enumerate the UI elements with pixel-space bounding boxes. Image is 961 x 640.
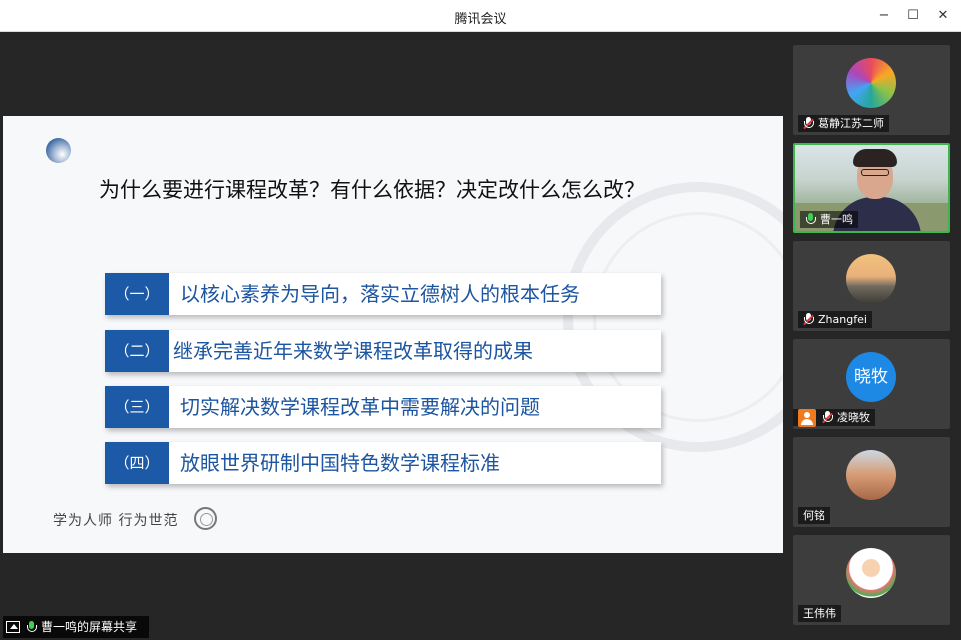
avatar xyxy=(846,548,896,598)
participant-name-bar: 何铭 xyxy=(798,507,830,524)
slide-bullet-orb xyxy=(46,138,71,163)
participant-name-bar: 凌晓牧 xyxy=(793,408,875,427)
shared-screen: 为什么要进行课程改革？有什么依据？决定改什么怎么改？ （一） 以核心素养为导向，… xyxy=(3,32,783,639)
slide-item-text: 以核心素养为导向，落实立德树人的根本任务 xyxy=(180,282,580,306)
slide-item-number: （四） xyxy=(105,442,169,484)
screen-share-icon xyxy=(6,621,20,633)
participant-name: 王伟伟 xyxy=(803,607,836,620)
screen-share-label: 曹一鸣的屏幕共享 xyxy=(41,620,138,634)
participant-tile[interactable]: 王伟伟 xyxy=(793,535,950,625)
slide-item-number: （二） xyxy=(105,330,169,372)
slide-item-4: （四） 放眼世界研制中国特色数学课程标准 xyxy=(105,442,661,484)
university-seal-icon xyxy=(194,507,217,530)
mic-muted-icon xyxy=(822,411,833,424)
mic-muted-icon xyxy=(803,313,814,326)
meeting-window: 腾讯会议 − ☐ ✕ 为什么要进行课程改革？有什么依据？决定改什么怎么改？ （一… xyxy=(0,0,961,640)
participant-name-bar: 王伟伟 xyxy=(798,605,841,622)
participant-tile[interactable]: Zhangfei xyxy=(793,241,950,331)
mic-muted-icon xyxy=(803,117,814,130)
avatar xyxy=(846,58,896,108)
slide-item-2: （二） 继承完善近年来数学课程改革取得的成果 xyxy=(105,330,661,372)
screen-share-indicator[interactable]: 曹一鸣的屏幕共享 xyxy=(3,616,149,638)
participant-name: 何铭 xyxy=(803,509,825,522)
avatar xyxy=(846,450,896,500)
slide-item-text: 继承完善近年来数学课程改革取得的成果 xyxy=(173,339,533,363)
maximize-button[interactable]: ☐ xyxy=(903,6,923,26)
slide-item-text: 放眼世界研制中国特色数学课程标准 xyxy=(180,451,500,475)
window-title: 腾讯会议 xyxy=(454,12,507,27)
participant-name-bar: Zhangfei xyxy=(798,311,872,328)
participant-tile-active-speaker[interactable]: 曹一鸣 xyxy=(793,143,950,233)
mic-on-icon xyxy=(26,620,37,634)
user-icon xyxy=(798,408,816,427)
slide-item-number: （三） xyxy=(105,386,169,428)
participant-tile[interactable]: 晓牧 凌晓牧 xyxy=(793,339,950,429)
avatar xyxy=(846,254,896,304)
participant-name-bar: 曹一鸣 xyxy=(800,211,858,228)
participant-tile[interactable]: 葛静江苏二师 xyxy=(793,45,950,135)
title-bar: 腾讯会议 − ☐ ✕ xyxy=(0,0,961,32)
minimize-button[interactable]: − xyxy=(874,6,894,26)
mic-on-icon xyxy=(805,213,816,226)
participant-name: 葛静江苏二师 xyxy=(818,117,884,130)
slide-item-number: （一） xyxy=(105,273,169,315)
participant-name: 凌晓牧 xyxy=(837,411,870,424)
participant-name: 曹一鸣 xyxy=(820,213,853,226)
slide-item-text: 切实解决数学课程改革中需要解决的问题 xyxy=(180,395,540,419)
participant-name: Zhangfei xyxy=(818,313,867,326)
avatar-initials: 晓牧 xyxy=(846,352,896,402)
participant-tile[interactable]: 何铭 xyxy=(793,437,950,527)
presentation-slide: 为什么要进行课程改革？有什么依据？决定改什么怎么改？ （一） 以核心素养为导向，… xyxy=(3,116,783,553)
close-button[interactable]: ✕ xyxy=(933,6,953,26)
slide-item-1: （一） 以核心素养为导向，落实立德树人的根本任务 xyxy=(105,273,661,315)
participant-panel: 葛静江苏二师 曹一鸣 Zhangfei 晓牧 凌晓牧 何铭 王伟伟 xyxy=(783,32,961,640)
slide-item-3: （三） 切实解决数学课程改革中需要解决的问题 xyxy=(105,386,661,428)
university-motto: 学为人师 行为世范 xyxy=(53,513,179,529)
slide-question: 为什么要进行课程改革？有什么依据？决定改什么怎么改？ xyxy=(99,178,645,202)
participant-name-bar: 葛静江苏二师 xyxy=(798,115,889,132)
